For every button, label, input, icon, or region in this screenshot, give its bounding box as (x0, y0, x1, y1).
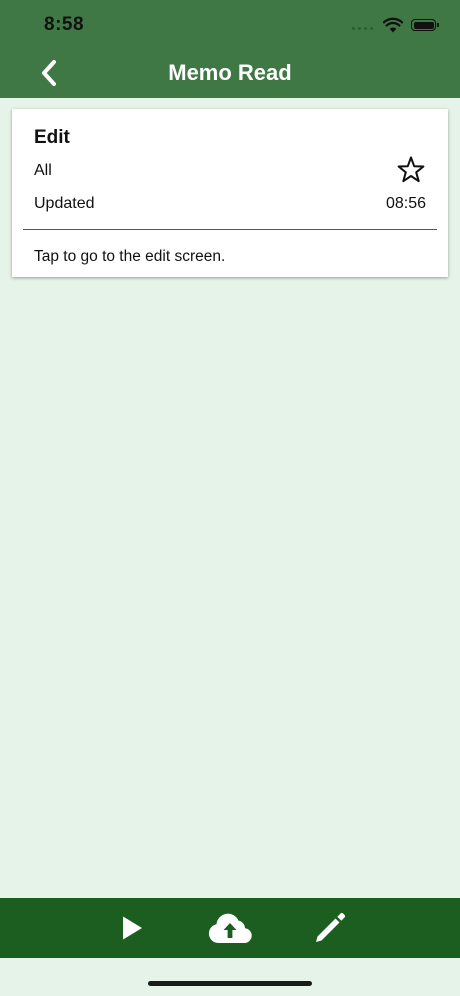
pencil-icon (316, 913, 345, 942)
edit-button[interactable] (306, 908, 354, 948)
memo-category: All (34, 162, 52, 179)
cloud-upload-icon (208, 913, 252, 944)
card-divider (23, 229, 437, 230)
memo-hint: Tap to go to the edit screen. (34, 248, 226, 265)
signal-icon (352, 20, 373, 30)
page-title: Memo Read (168, 60, 292, 85)
play-icon (123, 916, 142, 940)
memo-title: Edit (34, 127, 70, 148)
wifi-icon (383, 17, 403, 33)
status-icons (352, 16, 439, 34)
play-button[interactable] (108, 908, 156, 948)
battery-icon (411, 19, 439, 31)
app-header: 8:58 Memo Read (0, 0, 460, 98)
updated-time: 08:56 (385, 195, 426, 212)
status-bar: 8:58 (0, 0, 460, 48)
updated-label: Updated (34, 195, 95, 212)
bottom-toolbar (0, 898, 460, 958)
memo-card[interactable]: Edit All Updated 08:56 Tap to go to the … (12, 109, 448, 277)
status-time: 8:58 (44, 14, 85, 35)
nav-bar: Memo Read (0, 48, 460, 98)
star-outline-icon[interactable] (396, 155, 426, 185)
upload-button[interactable] (206, 908, 254, 948)
home-indicator (148, 981, 312, 986)
